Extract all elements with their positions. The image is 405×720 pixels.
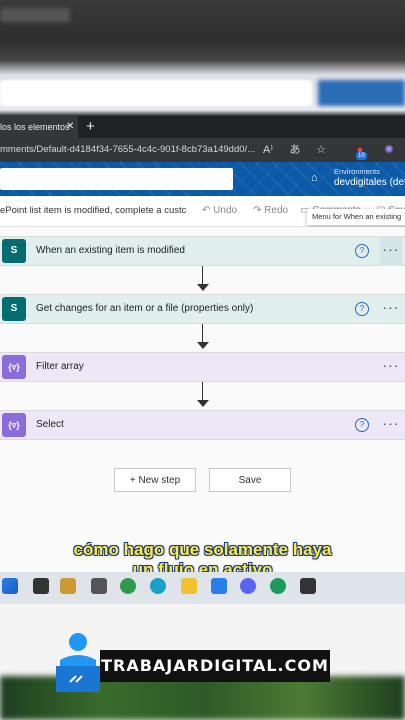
site-banner: TRABAJARDIGITAL.COM xyxy=(100,650,330,682)
undo-label: Undo xyxy=(213,205,238,216)
translate-icon[interactable]: あ xyxy=(287,138,303,162)
data-operation-icon: {▿} xyxy=(2,413,26,437)
read-aloud-icon[interactable]: A⁾ xyxy=(260,138,276,162)
new-step-button[interactable]: + New step xyxy=(114,468,196,492)
flow-title[interactable]: ePoint list item is modified, complete a… xyxy=(0,196,190,226)
undo-icon: ↶ xyxy=(202,205,214,216)
person-logo-icon xyxy=(56,633,100,692)
sharepoint-icon: S xyxy=(2,297,26,321)
more-options-icon[interactable]: ··· xyxy=(380,352,402,382)
vscode-icon[interactable] xyxy=(211,578,227,594)
redo-button[interactable]: ↷ Redo xyxy=(253,196,288,226)
start-icon[interactable] xyxy=(2,578,18,594)
connector-arrow-icon xyxy=(197,342,209,349)
help-icon[interactable]: ? xyxy=(355,418,369,432)
widgets-icon[interactable] xyxy=(60,578,76,594)
more-options-icon[interactable]: ··· xyxy=(380,236,402,266)
redo-label: Redo xyxy=(264,205,289,216)
edge-icon[interactable] xyxy=(270,578,286,594)
step-title: Get changes for an item or a file (prope… xyxy=(36,303,254,314)
environment-icon: ⌂ xyxy=(311,172,318,184)
help-icon[interactable]: ? xyxy=(355,302,369,316)
discord-icon[interactable] xyxy=(240,578,256,594)
redo-icon: ↷ xyxy=(253,205,265,216)
sharepoint-icon: S xyxy=(2,239,26,263)
app-icon[interactable] xyxy=(300,578,316,594)
help-icon[interactable]: ? xyxy=(355,244,369,258)
connector-line xyxy=(202,382,203,400)
caption-line-1: cómo hago que solamente haya xyxy=(73,540,332,559)
connector-arrow-icon xyxy=(197,284,209,291)
blurred-element xyxy=(0,80,312,106)
step-title: Select xyxy=(36,419,64,430)
connector-arrow-icon xyxy=(197,400,209,407)
connector-line xyxy=(202,266,203,284)
blurred-element xyxy=(0,8,70,22)
tab-close-icon[interactable]: ✕ xyxy=(66,116,78,138)
new-tab-button[interactable]: + xyxy=(86,116,100,138)
chrome-icon[interactable] xyxy=(120,578,136,594)
task-view-icon[interactable] xyxy=(33,578,49,594)
favorite-star-icon[interactable]: ☆ xyxy=(313,138,329,162)
app-icon[interactable] xyxy=(91,578,107,594)
copilot-icon[interactable]: ✺ xyxy=(381,138,397,162)
undo-button[interactable]: ↶ Undo xyxy=(202,196,237,226)
blurred-element xyxy=(318,80,405,106)
data-operation-icon: {▿} xyxy=(2,355,26,379)
environment-selector[interactable]: devdigitales (defa xyxy=(334,177,405,188)
connector-line xyxy=(202,324,203,342)
canva-icon[interactable] xyxy=(150,578,166,594)
tab-title: los los elementos xyxy=(0,122,70,132)
search-input[interactable] xyxy=(0,168,233,190)
url-field[interactable]: mments/Default-d4184f34-7655-4c4c-901f-8… xyxy=(0,138,258,162)
more-options-icon[interactable]: ··· xyxy=(380,294,402,324)
more-options-icon[interactable]: ··· xyxy=(380,410,402,440)
environment-label: Environments xyxy=(334,167,380,176)
step-title: Filter array xyxy=(36,361,84,372)
menu-tooltip: Menu for When an existing xyxy=(307,209,405,225)
save-button[interactable]: Save xyxy=(209,468,291,492)
file-explorer-icon[interactable] xyxy=(181,578,197,594)
extension-badge: 10 xyxy=(356,152,367,160)
step-title: When an existing item is modified xyxy=(36,245,185,256)
